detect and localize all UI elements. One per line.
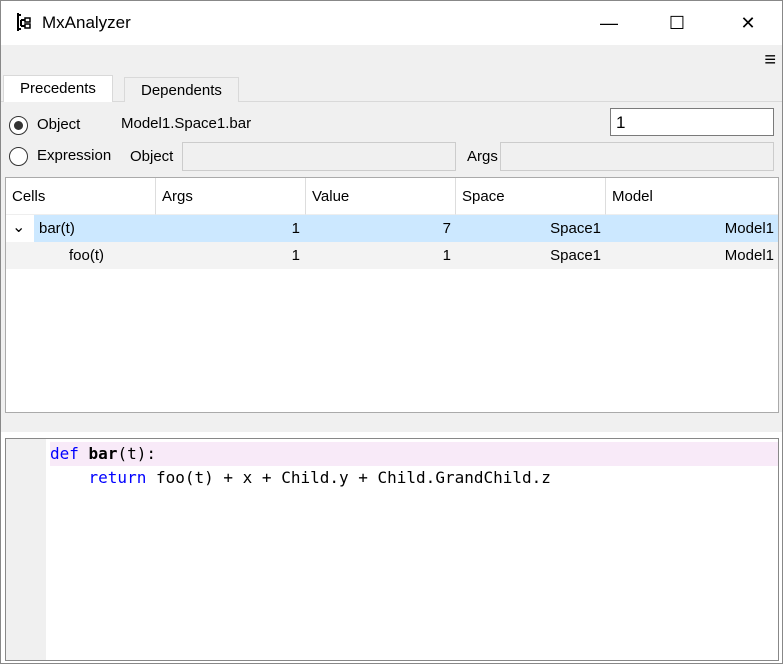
object-path: Model1.Space1.bar [121, 115, 252, 132]
code-line-1: def bar(t): [50, 442, 778, 466]
column-header-value[interactable]: Value [306, 178, 456, 215]
expression-args-label: Args [467, 148, 498, 165]
expression-radio[interactable] [9, 147, 28, 166]
cell-args: 1 [291, 247, 300, 264]
tab-bar: Precedents Dependents [1, 75, 782, 103]
cell-value: 1 [442, 247, 451, 264]
maximize-button[interactable]: ☐ [654, 1, 700, 45]
cell-space: Space1 [550, 220, 601, 237]
window-title: MxAnalyzer [42, 13, 131, 32]
function-name: bar [88, 444, 118, 463]
cell-name: bar(t) [39, 220, 75, 237]
expression-object-label: Object [130, 148, 174, 165]
app-tree-icon [17, 13, 31, 31]
code-editor[interactable]: def bar(t): return foo(t) + x + Child.y … [5, 438, 779, 661]
cell-args: 1 [291, 220, 300, 237]
tab-precedents[interactable]: Precedents [3, 75, 113, 103]
column-header-args[interactable]: Args [156, 178, 306, 215]
minimize-button[interactable]: — [586, 1, 632, 45]
cell-name: foo(t) [69, 247, 105, 264]
toolbar: ≡ [1, 45, 782, 75]
cell-model: Model1 [724, 247, 774, 264]
column-header-model[interactable]: Model [606, 178, 778, 215]
title-bar: MxAnalyzer — ☐ ✕ [1, 1, 782, 45]
cell-value: 7 [442, 220, 451, 237]
hamburger-menu-icon[interactable]: ≡ [764, 50, 776, 70]
expression-args-input[interactable] [500, 142, 774, 171]
code-text: (t): [117, 444, 156, 463]
keyword: def [50, 444, 79, 463]
main-window: MxAnalyzer — ☐ ✕ ≡ Precedents Dependents… [0, 0, 783, 664]
precedents-panel: Object Model1.Space1.bar 1 Expression Ob… [1, 102, 782, 432]
table-row[interactable]: ⌄ bar(t) 1 7 Space1 Model1 [6, 215, 778, 242]
tab-dependents[interactable]: Dependents [124, 77, 239, 103]
code-text: foo(t) + x + Child.y + Child.GrandChild.… [146, 468, 551, 487]
keyword: return [88, 468, 147, 487]
close-button[interactable]: ✕ [725, 1, 771, 45]
cell-space: Space1 [550, 247, 601, 264]
chevron-down-icon[interactable]: ⌄ [12, 217, 25, 237]
line-gutter [6, 439, 46, 660]
column-header-cells[interactable]: Cells [6, 178, 156, 215]
code-line-2: return foo(t) + x + Child.y + Child.Gran… [50, 466, 551, 490]
object-radio[interactable] [9, 116, 28, 135]
expression-object-input[interactable] [182, 142, 456, 171]
expression-radio-label: Expression [37, 147, 112, 164]
args-input[interactable]: 1 [610, 108, 774, 136]
column-header-space[interactable]: Space [456, 178, 606, 215]
object-radio-label: Object [37, 116, 81, 133]
precedents-table: Cells Args Value Space Model ⌄ bar(t) 1 … [5, 177, 779, 413]
table-row[interactable]: foo(t) 1 1 Space1 Model1 [6, 242, 778, 269]
cell-model: Model1 [724, 220, 774, 237]
